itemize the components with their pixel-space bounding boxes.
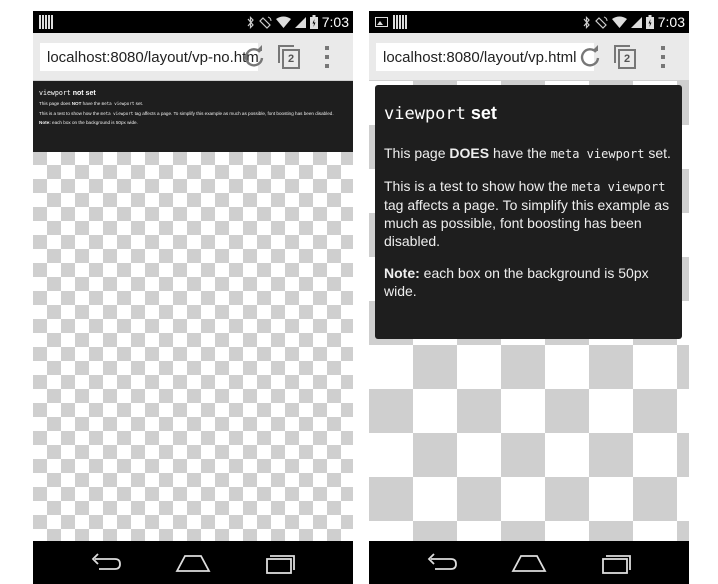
reload-icon[interactable]: [241, 44, 267, 70]
card-title: viewport set: [384, 103, 497, 124]
back-icon[interactable]: [85, 550, 125, 576]
status-bar: 7:03: [33, 11, 353, 33]
signal-bars-icon: [393, 15, 407, 29]
battery-icon: [645, 15, 654, 29]
status-time: 7:03: [321, 14, 349, 30]
phone-screen-left: 7:03 localhost:8080/layout/vp-no.htm 2 v…: [33, 11, 353, 584]
page-content: viewport set This page DOES have the met…: [369, 81, 689, 541]
card-paragraph-1: This page DOES have the meta viewport se…: [384, 145, 671, 161]
status-bar: 7:03: [369, 11, 689, 33]
bluetooth-icon: [583, 15, 590, 29]
tab-count: 2: [618, 49, 636, 69]
bluetooth-icon: [247, 15, 254, 29]
phone-screen-right: 7:03 localhost:8080/layout/vp.html 2 vie…: [369, 11, 689, 584]
card-title: viewport not set: [39, 89, 96, 97]
tabs-icon[interactable]: 2: [614, 45, 636, 69]
status-time: 7:03: [657, 14, 685, 30]
recents-icon[interactable]: [597, 550, 637, 576]
signal-bars-icon: [39, 15, 53, 29]
battery-icon: [309, 15, 318, 29]
card-note: Note: each box on the background is 50px…: [39, 120, 138, 126]
wifi-icon: [611, 16, 627, 28]
card-paragraph-2: This is a test to show how the meta view…: [384, 178, 670, 249]
wifi-icon: [275, 16, 291, 28]
info-card: viewport not set This page does NOT have…: [33, 81, 353, 152]
tab-count: 2: [282, 49, 300, 69]
card-note: Note: each box on the background is 50px…: [384, 265, 649, 299]
card-paragraph-1: This page does NOT have the meta viewpor…: [39, 101, 144, 106]
url-field[interactable]: localhost:8080/layout/vp-no.htm: [40, 43, 258, 71]
browser-toolbar: localhost:8080/layout/vp-no.htm 2: [33, 33, 353, 81]
browser-toolbar: localhost:8080/layout/vp.html 2: [369, 33, 689, 81]
back-icon[interactable]: [421, 550, 461, 576]
navigation-bar: [33, 541, 353, 584]
rotation-icon: [258, 16, 272, 29]
reload-icon[interactable]: [577, 44, 603, 70]
recents-icon[interactable]: [261, 550, 301, 576]
cell-signal-icon: [630, 17, 642, 28]
rotation-icon: [594, 16, 608, 29]
home-icon[interactable]: [173, 550, 213, 576]
page-content: viewport not set This page does NOT have…: [33, 81, 353, 541]
overflow-menu-icon[interactable]: [661, 46, 667, 70]
home-icon[interactable]: [509, 550, 549, 576]
navigation-bar: [369, 541, 689, 584]
url-field[interactable]: localhost:8080/layout/vp.html: [376, 43, 594, 71]
image-icon: [375, 17, 388, 27]
tabs-icon[interactable]: 2: [278, 45, 300, 69]
cell-signal-icon: [294, 17, 306, 28]
overflow-menu-icon[interactable]: [325, 46, 331, 70]
card-paragraph-2: This is a test to show how the meta view…: [39, 110, 334, 116]
info-card: viewport set This page DOES have the met…: [375, 85, 682, 339]
